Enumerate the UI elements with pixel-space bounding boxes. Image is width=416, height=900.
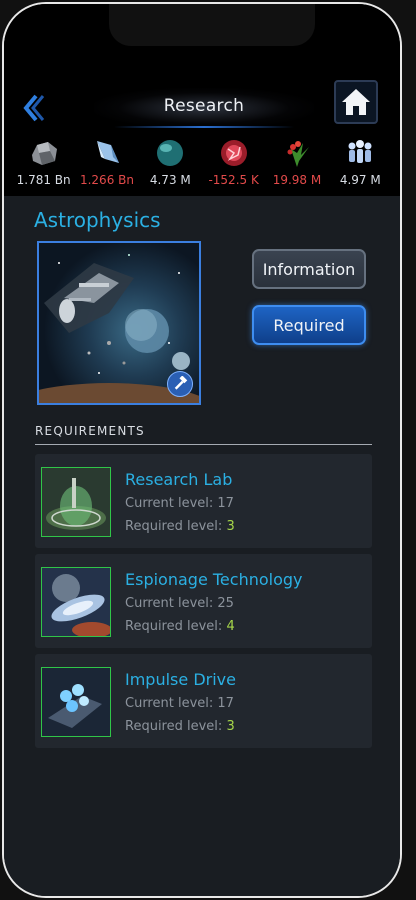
required-level: Required level: 4	[125, 619, 235, 634]
build-button[interactable]	[167, 371, 193, 397]
deuterium-icon	[152, 136, 188, 170]
current-level: Current level: 25	[125, 596, 234, 611]
resource-crystal[interactable]: 1.266 Bn	[76, 136, 138, 194]
resource-value: 19.98 M	[272, 173, 322, 187]
required-button[interactable]: Required	[252, 305, 366, 345]
resource-metal[interactable]: 1.781 Bn	[13, 136, 75, 194]
main-content: Astrophysics Information Required REQUIR…	[4, 196, 400, 896]
current-level: Current level: 17	[125, 696, 234, 711]
resource-value: 1.266 Bn	[79, 173, 134, 187]
resource-food[interactable]: 19.98 M	[266, 136, 328, 194]
page-title: Research	[163, 96, 245, 116]
research-lab-thumbnail	[41, 467, 111, 537]
requirements-heading: Requirements	[35, 424, 372, 445]
population-icon	[342, 136, 378, 170]
required-level: Required level: 3	[125, 519, 235, 534]
title-underline	[114, 126, 294, 128]
resource-value: 4.97 M	[339, 173, 381, 187]
home-button[interactable]	[334, 80, 378, 124]
requirement-name: Impulse Drive	[125, 670, 236, 689]
chevron-left-icon	[23, 94, 45, 122]
back-button[interactable]	[22, 92, 46, 124]
energy-icon	[216, 136, 252, 170]
requirement-card[interactable]: Impulse Drive Current level: 17 Required…	[35, 654, 372, 748]
information-button[interactable]: Information	[252, 249, 366, 289]
resource-value: 1.781 Bn	[16, 173, 71, 187]
hammer-icon	[174, 376, 188, 390]
required-level: Required level: 3	[125, 719, 235, 734]
resource-energy[interactable]: -152.5 K	[203, 136, 265, 194]
metal-icon	[26, 136, 62, 170]
food-icon	[279, 136, 315, 170]
tech-name: Astrophysics	[34, 208, 161, 232]
current-level: Current level: 17	[125, 496, 234, 511]
impulse-drive-thumbnail	[41, 667, 111, 737]
resource-bar: 1.781 Bn 1.266 Bn 4.73 M -152.5 K 19.98 …	[4, 136, 400, 194]
espionage-technology-thumbnail	[41, 567, 111, 637]
requirement-name: Research Lab	[125, 470, 233, 489]
resource-value: 4.73 M	[149, 173, 191, 187]
home-icon	[342, 89, 370, 115]
phone-frame: Research 1.781 Bn 1.266 Bn 4.73 M -152.5…	[2, 2, 402, 898]
resource-population[interactable]: 4.97 M	[329, 136, 391, 194]
requirement-card[interactable]: Espionage Technology Current level: 25 R…	[35, 554, 372, 648]
resource-deuterium[interactable]: 4.73 M	[139, 136, 201, 194]
crystal-icon	[89, 136, 125, 170]
resource-value: -152.5 K	[208, 173, 259, 187]
tech-image[interactable]	[37, 241, 201, 405]
device-notch	[109, 4, 315, 46]
requirement-name: Espionage Technology	[125, 570, 303, 589]
requirement-card[interactable]: Research Lab Current level: 17 Required …	[35, 454, 372, 548]
